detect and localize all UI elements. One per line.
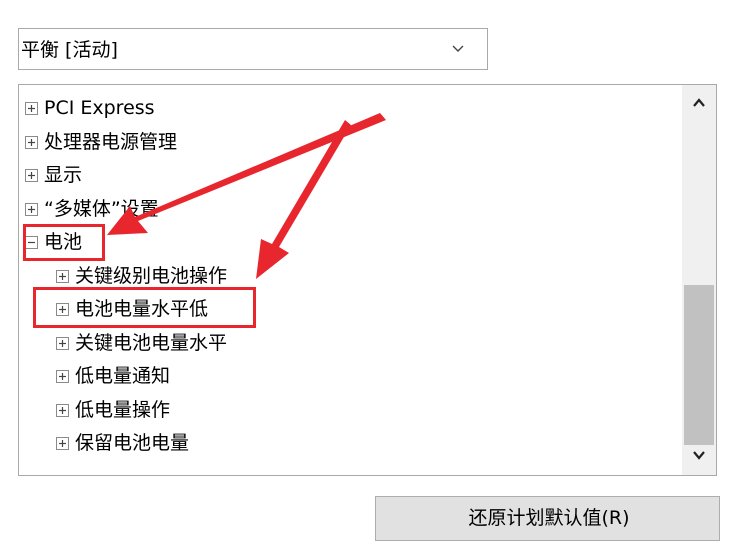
tree-item-label: 关键级别电池操作: [75, 264, 228, 287]
tree-item-label: 低电量操作: [75, 398, 171, 421]
tree-item[interactable]: 低电量操作: [54, 395, 659, 425]
restore-plan-defaults-button[interactable]: 还原计划默认值(R): [375, 496, 720, 541]
plus-box-icon[interactable]: [56, 303, 69, 316]
vertical-scrollbar[interactable]: [682, 85, 716, 475]
tree-item-label: 电池: [44, 231, 83, 253]
tree-item[interactable]: 电池: [23, 227, 659, 257]
tree-item[interactable]: PCI Express: [23, 93, 659, 123]
power-options-advanced-settings: 平衡 [活动] PCI Express 处理器电源管理 显示 “多媒体”设置 电池关键级…: [0, 0, 745, 552]
power-plan-select[interactable]: 平衡 [活动]: [18, 28, 488, 70]
tree-item[interactable]: 低电量通知: [54, 361, 659, 391]
tree-item-label: 低电量通知: [75, 365, 171, 387]
tree-item-label: 关键电池电量水平: [75, 331, 228, 354]
tree-item-label: 显示: [44, 164, 83, 186]
scroll-down-icon[interactable]: [691, 447, 707, 463]
plus-box-icon[interactable]: [25, 169, 38, 182]
tree-item[interactable]: 关键电池电量水平: [54, 328, 659, 358]
power-plan-selected-value: 平衡 [活动]: [21, 39, 118, 61]
plus-box-icon[interactable]: [56, 269, 69, 283]
tree-item[interactable]: 电池电量水平低: [54, 294, 659, 324]
chevron-down-icon: [452, 45, 464, 52]
tree-item-label: PCI Express: [44, 97, 155, 119]
minus-box-icon[interactable]: [25, 236, 38, 249]
tree-item[interactable]: 保留电池电量: [54, 428, 659, 458]
plus-box-icon[interactable]: [56, 437, 69, 450]
tree-item[interactable]: 显示: [23, 160, 659, 190]
plus-box-icon[interactable]: [25, 202, 38, 216]
tree-item-label: 电池电量水平低: [75, 298, 209, 320]
plus-box-icon[interactable]: [25, 102, 38, 115]
tree-item-label: “多媒体”设置: [44, 197, 159, 220]
tree-item-label: 保留电池电量: [75, 432, 190, 454]
tree-item[interactable]: “多媒体”设置: [23, 194, 659, 224]
plus-box-icon[interactable]: [56, 336, 69, 350]
plus-box-icon[interactable]: [56, 370, 69, 383]
plus-box-icon[interactable]: [56, 403, 69, 417]
scroll-up-icon[interactable]: [691, 95, 707, 111]
tree-item[interactable]: 处理器电源管理: [23, 127, 659, 157]
settings-tree[interactable]: PCI Express 处理器电源管理 显示 “多媒体”设置 电池关键级别电池操作 电池电…: [18, 84, 717, 476]
scrollbar-thumb[interactable]: [684, 285, 714, 445]
tree-item[interactable]: 关键级别电池操作: [54, 261, 659, 291]
tree-item-label: 处理器电源管理: [44, 130, 178, 153]
plus-box-icon[interactable]: [25, 135, 38, 149]
